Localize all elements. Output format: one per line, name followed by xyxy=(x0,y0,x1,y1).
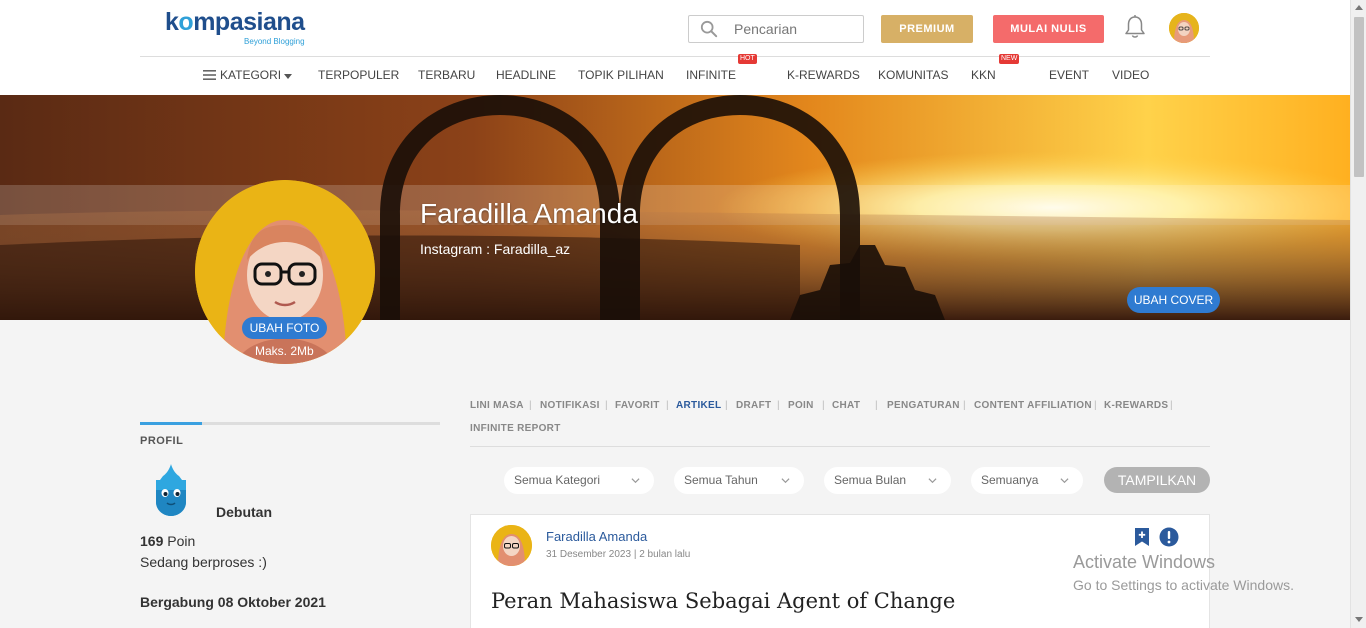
nav-infinite[interactable]: INFINITE xyxy=(686,68,736,82)
change-cover-button[interactable]: UBAH COVER xyxy=(1127,287,1220,313)
category-select[interactable]: Semua Kategori xyxy=(504,467,654,494)
search-icon[interactable] xyxy=(700,20,718,38)
user-avatar[interactable] xyxy=(1169,13,1199,43)
month-select[interactable]: Semua Bulan xyxy=(824,467,951,494)
profile-bio: Instagram : Faradilla_az xyxy=(420,241,571,257)
nav-k-rewards[interactable]: K-REWARDS xyxy=(787,68,860,82)
sidebar-title: PROFIL xyxy=(140,435,184,447)
photo-max-size: Maks. 2Mb xyxy=(255,344,314,358)
tab-separator: | xyxy=(1170,400,1173,411)
status-text: Sedang berproses :) xyxy=(140,554,267,570)
activation-watermark-title: Activate Windows xyxy=(1073,552,1216,572)
chevron-down-icon xyxy=(1060,478,1069,484)
bell-icon[interactable] xyxy=(1124,14,1146,40)
article-title[interactable]: Peran Mahasiswa Sebagai Agent of Change xyxy=(491,589,955,613)
article-date: 31 Desember 2023 | 2 bulan lalu xyxy=(546,549,691,560)
chevron-down-icon xyxy=(781,478,790,484)
chevron-down-icon[interactable] xyxy=(284,74,292,79)
tab-separator: | xyxy=(529,400,532,411)
tab-notifikasi[interactable]: NOTIFIKASI xyxy=(540,400,600,411)
tab-separator: | xyxy=(605,400,608,411)
chevron-down-icon xyxy=(631,478,640,484)
points-text: 169 Poin xyxy=(140,533,195,549)
sidebar-tab-indicator xyxy=(140,422,440,425)
category-value: Semua Kategori xyxy=(514,473,601,487)
type-select[interactable]: Semuanya xyxy=(971,467,1083,494)
tab-poin[interactable]: POIN xyxy=(788,400,814,411)
sidebar-tab-active xyxy=(140,422,202,425)
tab-separator: | xyxy=(822,400,825,411)
year-value: Semua Tahun xyxy=(684,473,758,487)
author-avatar-image xyxy=(491,525,532,566)
tabs-divider xyxy=(470,446,1210,447)
change-photo-button[interactable]: UBAH FOTO xyxy=(242,317,327,339)
rank-label: Debutan xyxy=(216,504,272,520)
tab-infinite-report[interactable]: INFINITE REPORT xyxy=(470,423,561,434)
scroll-up-arrow-icon[interactable] xyxy=(1355,5,1363,10)
tab-separator: | xyxy=(666,400,669,411)
nav-terpopuler[interactable]: TERPOPULER xyxy=(318,68,399,82)
profile-name: Faradilla Amanda xyxy=(420,198,638,229)
premium-button[interactable]: PREMIUM xyxy=(881,15,973,43)
tab-separator: | xyxy=(1094,400,1097,411)
tab-separator: | xyxy=(875,400,878,411)
page-scrollbar[interactable] xyxy=(1350,0,1366,628)
logo-wordmark: kompasiana xyxy=(165,8,305,36)
main-nav: KATEGORI TERPOPULER TERBARU HEADLINE TOP… xyxy=(140,54,1210,92)
rank-drop-icon xyxy=(156,464,186,516)
search-box[interactable] xyxy=(688,15,864,43)
nav-video[interactable]: VIDEO xyxy=(1112,68,1149,82)
nav-headline[interactable]: HEADLINE xyxy=(496,68,556,82)
nav-topik-pilihan[interactable]: TOPIK PILIHAN xyxy=(578,68,664,82)
tab-favorit[interactable]: FAVORIT xyxy=(615,400,660,411)
new-badge: NEW xyxy=(999,54,1020,64)
nav-komunitas[interactable]: KOMUNITAS xyxy=(878,68,948,82)
activation-watermark-subtitle: Go to Settings to activate Windows. xyxy=(1073,577,1294,593)
tab-k-rewards[interactable]: K-REWARDS xyxy=(1104,400,1168,411)
tab-pengaturan[interactable]: PENGATURAN xyxy=(887,400,960,411)
tab-artikel[interactable]: ARTIKEL xyxy=(676,400,721,411)
author-avatar[interactable] xyxy=(491,525,532,566)
show-button[interactable]: TAMPILKAN xyxy=(1104,467,1210,493)
scrollbar-thumb[interactable] xyxy=(1354,17,1364,177)
article-author[interactable]: Faradilla Amanda xyxy=(546,529,647,544)
scroll-down-arrow-icon[interactable] xyxy=(1355,617,1363,622)
tab-lini-masa[interactable]: LINI MASA xyxy=(470,400,524,411)
header-divider xyxy=(140,56,1210,57)
page: kompasiana Beyond Blogging PREMIUM MULAI… xyxy=(0,0,1366,628)
tab-content-affiliation[interactable]: CONTENT AFFILIATION xyxy=(974,400,1092,411)
nav-kategori[interactable]: KATEGORI xyxy=(220,68,281,82)
search-input[interactable] xyxy=(734,21,854,37)
user-avatar-image xyxy=(1169,13,1199,43)
report-alert-icon[interactable] xyxy=(1159,527,1179,547)
logo-tagline: Beyond Blogging xyxy=(244,37,305,46)
month-value: Semua Bulan xyxy=(834,473,907,487)
start-writing-button[interactable]: MULAI NULIS xyxy=(993,15,1104,43)
nav-kkn[interactable]: KKN xyxy=(971,68,996,82)
top-header: kompasiana Beyond Blogging PREMIUM MULAI… xyxy=(0,0,1350,95)
menu-icon[interactable] xyxy=(203,70,216,80)
type-value: Semuanya xyxy=(981,473,1039,487)
chevron-down-icon xyxy=(928,478,937,484)
hot-badge: HOT xyxy=(738,54,757,64)
tab-separator: | xyxy=(777,400,780,411)
joined-date: Bergabung 08 Oktober 2021 xyxy=(140,594,326,610)
points-unit: Poin xyxy=(163,533,196,549)
points-value: 169 xyxy=(140,533,164,549)
tab-separator: | xyxy=(725,400,728,411)
year-select[interactable]: Semua Tahun xyxy=(674,467,804,494)
nav-terbaru[interactable]: TERBARU xyxy=(418,68,475,82)
tab-separator: | xyxy=(963,400,966,411)
tab-chat[interactable]: CHAT xyxy=(832,400,860,411)
bookmark-add-icon[interactable] xyxy=(1134,527,1150,547)
kompasiana-logo[interactable]: kompasiana Beyond Blogging xyxy=(165,8,305,46)
tab-draft[interactable]: DRAFT xyxy=(736,400,771,411)
nav-event[interactable]: EVENT xyxy=(1049,68,1089,82)
